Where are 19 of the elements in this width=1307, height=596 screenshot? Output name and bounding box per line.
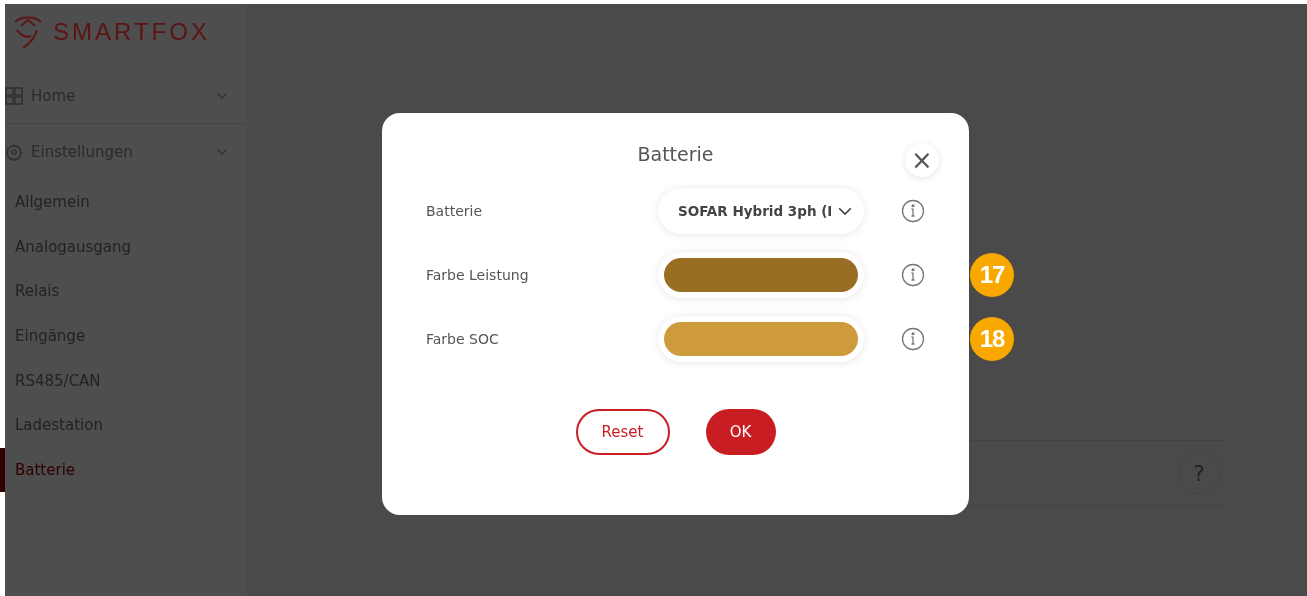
dialog-title: Batterie [637, 143, 714, 165]
brand-logo-text: SMARTFOX [53, 18, 210, 46]
color-picker[interactable] [658, 316, 864, 362]
battery-select[interactable]: SOFAR Hybrid 3ph (I [658, 188, 864, 234]
color-picker[interactable] [658, 252, 864, 298]
info-icon[interactable] [901, 263, 925, 287]
grid-icon [5, 86, 23, 105]
close-button[interactable]: × [905, 143, 939, 177]
chevron-down-icon [217, 149, 227, 155]
chevron-down-icon [217, 92, 227, 99]
field-label: Farbe Leistung [426, 267, 530, 283]
chevron-down-icon [838, 206, 852, 216]
ok-button[interactable]: OK [705, 409, 776, 455]
info-icon[interactable] [901, 199, 925, 223]
field-label: Farbe SOC [426, 331, 500, 347]
info-icon[interactable] [901, 327, 925, 351]
reset-button[interactable]: Reset [575, 409, 670, 455]
field-label: Batterie [426, 203, 484, 219]
settings-icon [5, 143, 23, 161]
